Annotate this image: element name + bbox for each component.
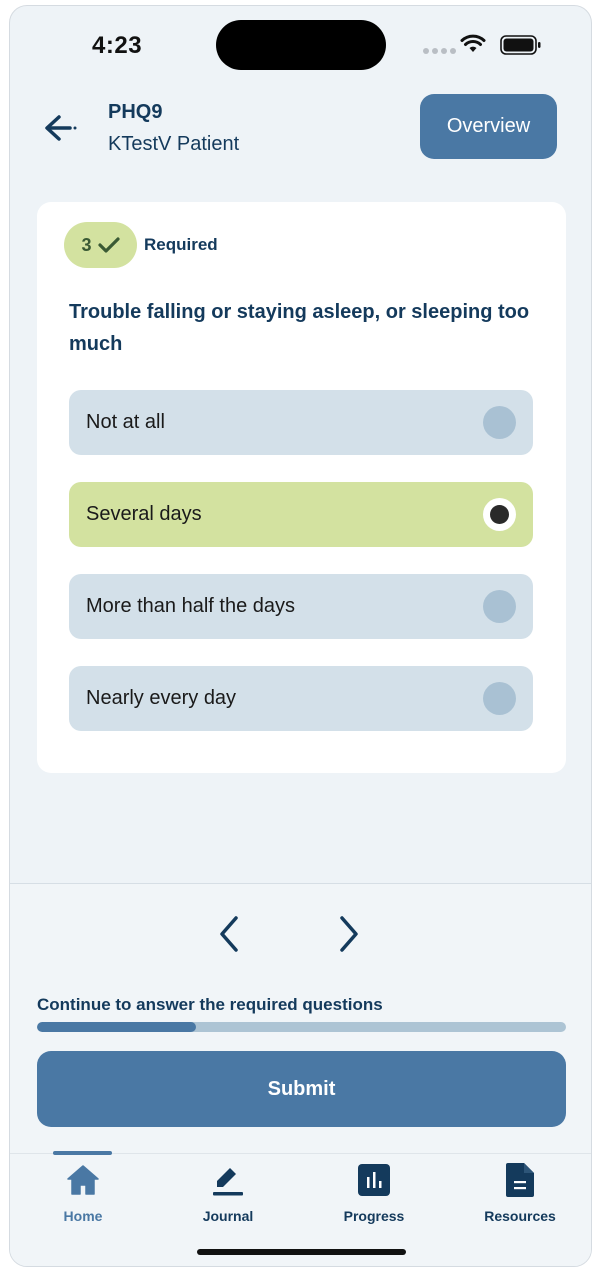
question-number-badge: 3 [64,222,137,268]
overview-button[interactable]: Overview [420,94,557,159]
answer-option-label: Several days [86,503,202,525]
required-label: Required [144,235,218,254]
radio-button[interactable] [483,406,516,439]
tab-label: Home [63,1208,103,1224]
tab-home[interactable]: Home [23,1162,143,1224]
answer-option-label: More than half the days [86,595,296,617]
progress-bar [37,1022,566,1032]
home-icon [66,1162,100,1198]
dynamic-island [216,20,386,70]
progress-caption: Continue to answer the required question… [37,995,383,1014]
active-tab-indicator [53,1151,112,1155]
status-time: 4:23 [92,32,143,59]
patient-name: KTestV Patient [108,133,240,155]
previous-question-button[interactable] [212,912,248,956]
tab-label: Journal [202,1208,254,1224]
answer-option-nearly-every-day[interactable]: Nearly every day [69,666,533,731]
question-number: 3 [81,234,92,255]
answer-option-several-days[interactable]: Several days [69,482,533,547]
tab-label: Progress [343,1208,405,1224]
page-title: PHQ9 [108,101,163,123]
answer-option-more-than-half[interactable]: More than half the days [69,574,533,639]
question-text: Trouble falling or staying asleep, or sl… [69,301,530,355]
answer-option-label: Nearly every day [86,687,237,709]
answer-option-label: Not at all [86,411,165,433]
radio-button[interactable] [483,682,516,715]
battery-icon [500,35,541,55]
tab-progress[interactable]: Progress [314,1162,434,1224]
cellular-signal-icon [423,48,456,54]
progress-bar-fill [37,1022,196,1032]
chevron-left-icon [220,916,238,952]
tab-label: Resources [484,1208,556,1224]
next-question-button[interactable] [330,912,366,956]
chart-icon [357,1162,391,1198]
answer-option-not-at-all[interactable]: Not at all [69,390,533,455]
question-card: 3 Required Trouble falling or staying as… [37,202,566,773]
wifi-icon [460,34,486,52]
radio-button-selected[interactable] [483,498,516,531]
back-button[interactable] [38,108,82,148]
phone-screen: 4:23 PHQ9 KTestV Patient Overview 3 Requ… [9,5,592,1267]
pencil-icon [211,1162,245,1198]
checkmark-icon [97,237,120,253]
tab-resources[interactable]: Resources [460,1162,580,1224]
document-icon [505,1162,535,1198]
submit-button[interactable]: Submit [37,1051,566,1127]
radio-button[interactable] [483,590,516,623]
home-indicator [197,1249,406,1255]
tab-journal[interactable]: Journal [168,1162,288,1224]
chevron-right-icon [340,916,358,952]
arrow-left-icon [45,115,77,141]
